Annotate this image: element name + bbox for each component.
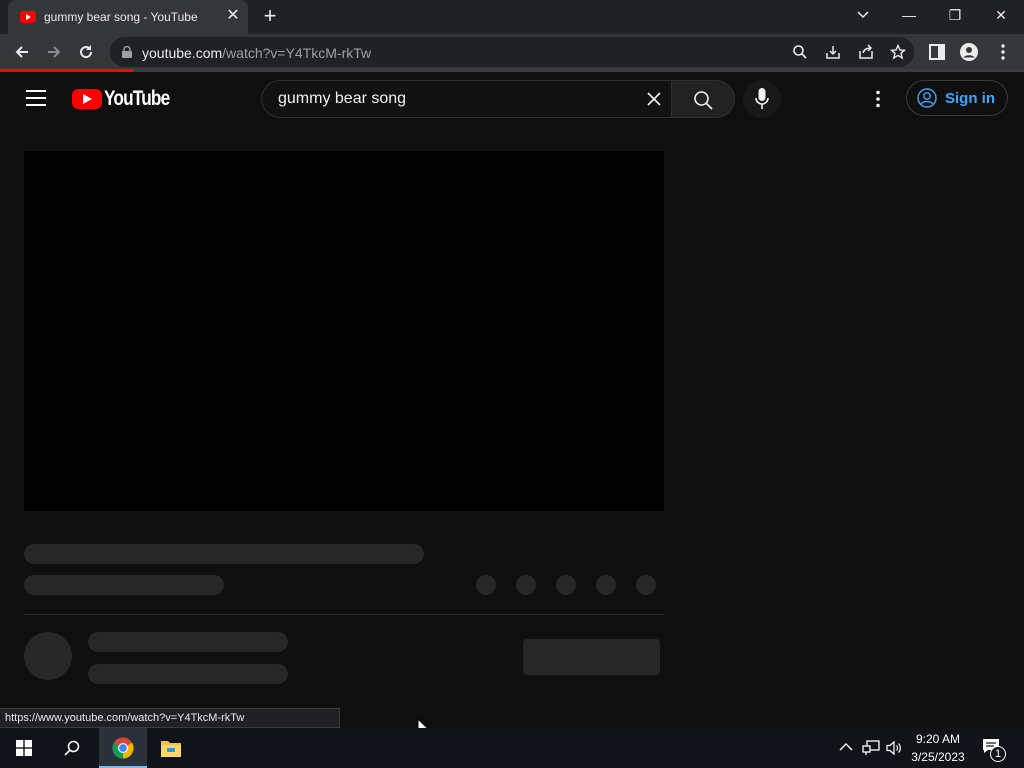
microphone-icon (755, 88, 769, 109)
action-placeholder (516, 575, 536, 595)
settings-more-icon[interactable] (868, 89, 888, 109)
side-panel-icon[interactable] (928, 43, 946, 61)
browser-toolbar: youtube.com/watch?v=Y4TkcM-rkTw (0, 34, 1024, 70)
chrome-menu-icon[interactable] (994, 43, 1012, 61)
bookmark-star-icon[interactable] (890, 44, 906, 60)
tab-title: gummy bear song - YouTube (44, 10, 198, 24)
chrome-logo-icon (112, 737, 134, 759)
profile-icon[interactable] (960, 43, 978, 61)
search-icon (64, 740, 80, 756)
title-placeholder (24, 544, 424, 564)
taskbar-chrome[interactable] (99, 728, 147, 768)
search-input[interactable]: gummy bear song (261, 80, 671, 118)
taskbar-search-button[interactable] (48, 728, 96, 768)
close-window-button[interactable]: ✕ (978, 0, 1024, 30)
youtube-wordmark[interactable]: YouTube (104, 87, 170, 111)
url-path: /watch?v=Y4TkcM-rkTw (222, 45, 372, 61)
notification-center-button[interactable]: 1 (980, 736, 1008, 762)
start-button[interactable] (0, 728, 48, 768)
browser-tab[interactable]: gummy bear song - YouTube ✕ (8, 0, 248, 34)
windows-taskbar: 9:20 AM 3/25/2023 1 (0, 728, 1024, 768)
tab-strip: gummy bear song - YouTube ✕ + — ❐ ✕ (0, 0, 1024, 34)
search-icon (694, 91, 713, 110)
action-placeholder (556, 575, 576, 595)
section-divider (24, 614, 664, 615)
taskbar-file-explorer[interactable] (147, 728, 195, 768)
action-placeholder (476, 575, 496, 595)
subscriber-placeholder (88, 664, 288, 684)
account-circle-icon (917, 88, 937, 108)
restore-button[interactable]: ❐ (932, 0, 978, 30)
youtube-favicon-icon (20, 11, 36, 23)
network-icon[interactable] (862, 740, 880, 756)
volume-icon[interactable] (886, 740, 902, 756)
folder-icon (161, 741, 181, 757)
sign-in-button[interactable]: Sign in (906, 80, 1008, 116)
taskbar-date[interactable]: 3/25/2023 (906, 750, 970, 764)
sign-in-label: Sign in (945, 90, 995, 107)
clear-search-icon[interactable] (646, 91, 662, 107)
channel-avatar-placeholder (24, 632, 72, 680)
url-text[interactable]: youtube.com/watch?v=Y4TkcM-rkTw (142, 45, 371, 61)
lock-icon[interactable] (122, 46, 132, 58)
video-player[interactable] (24, 151, 664, 511)
reload-icon[interactable] (72, 38, 100, 66)
tab-close-icon[interactable]: ✕ (224, 7, 242, 25)
taskbar-time[interactable]: 9:20 AM (906, 732, 970, 746)
tab-search-icon[interactable] (840, 0, 886, 30)
address-bar[interactable]: youtube.com/watch?v=Y4TkcM-rkTw (110, 37, 914, 67)
new-tab-button[interactable]: + (260, 5, 280, 27)
action-placeholder (596, 575, 616, 595)
install-app-icon[interactable] (825, 44, 841, 60)
link-status-bubble: https://www.youtube.com/watch?v=Y4TkcM-r… (0, 708, 340, 728)
url-host: youtube.com (142, 45, 223, 61)
channel-name-placeholder (88, 632, 288, 652)
show-hidden-icons-chevron-icon[interactable] (839, 742, 853, 752)
views-placeholder (24, 575, 224, 595)
action-placeholder (636, 575, 656, 595)
windows-logo-icon (16, 740, 32, 756)
zoom-search-icon[interactable] (792, 44, 808, 60)
notification-count-badge: 1 (990, 746, 1006, 762)
back-arrow-icon[interactable] (8, 38, 36, 66)
voice-search-button[interactable] (743, 80, 781, 118)
forward-arrow-icon[interactable] (40, 38, 68, 66)
youtube-logo-icon[interactable] (72, 89, 102, 109)
share-icon[interactable] (858, 44, 874, 60)
hamburger-menu-icon[interactable] (26, 90, 46, 106)
search-query-text: gummy bear song (278, 90, 407, 107)
subscribe-placeholder (523, 639, 660, 675)
youtube-header: YouTube gummy bear song Sign in (0, 72, 1024, 126)
minimize-button[interactable]: — (886, 0, 932, 30)
status-url: https://www.youtube.com/watch?v=Y4TkcM-r… (5, 712, 245, 724)
search-button[interactable] (671, 80, 735, 118)
